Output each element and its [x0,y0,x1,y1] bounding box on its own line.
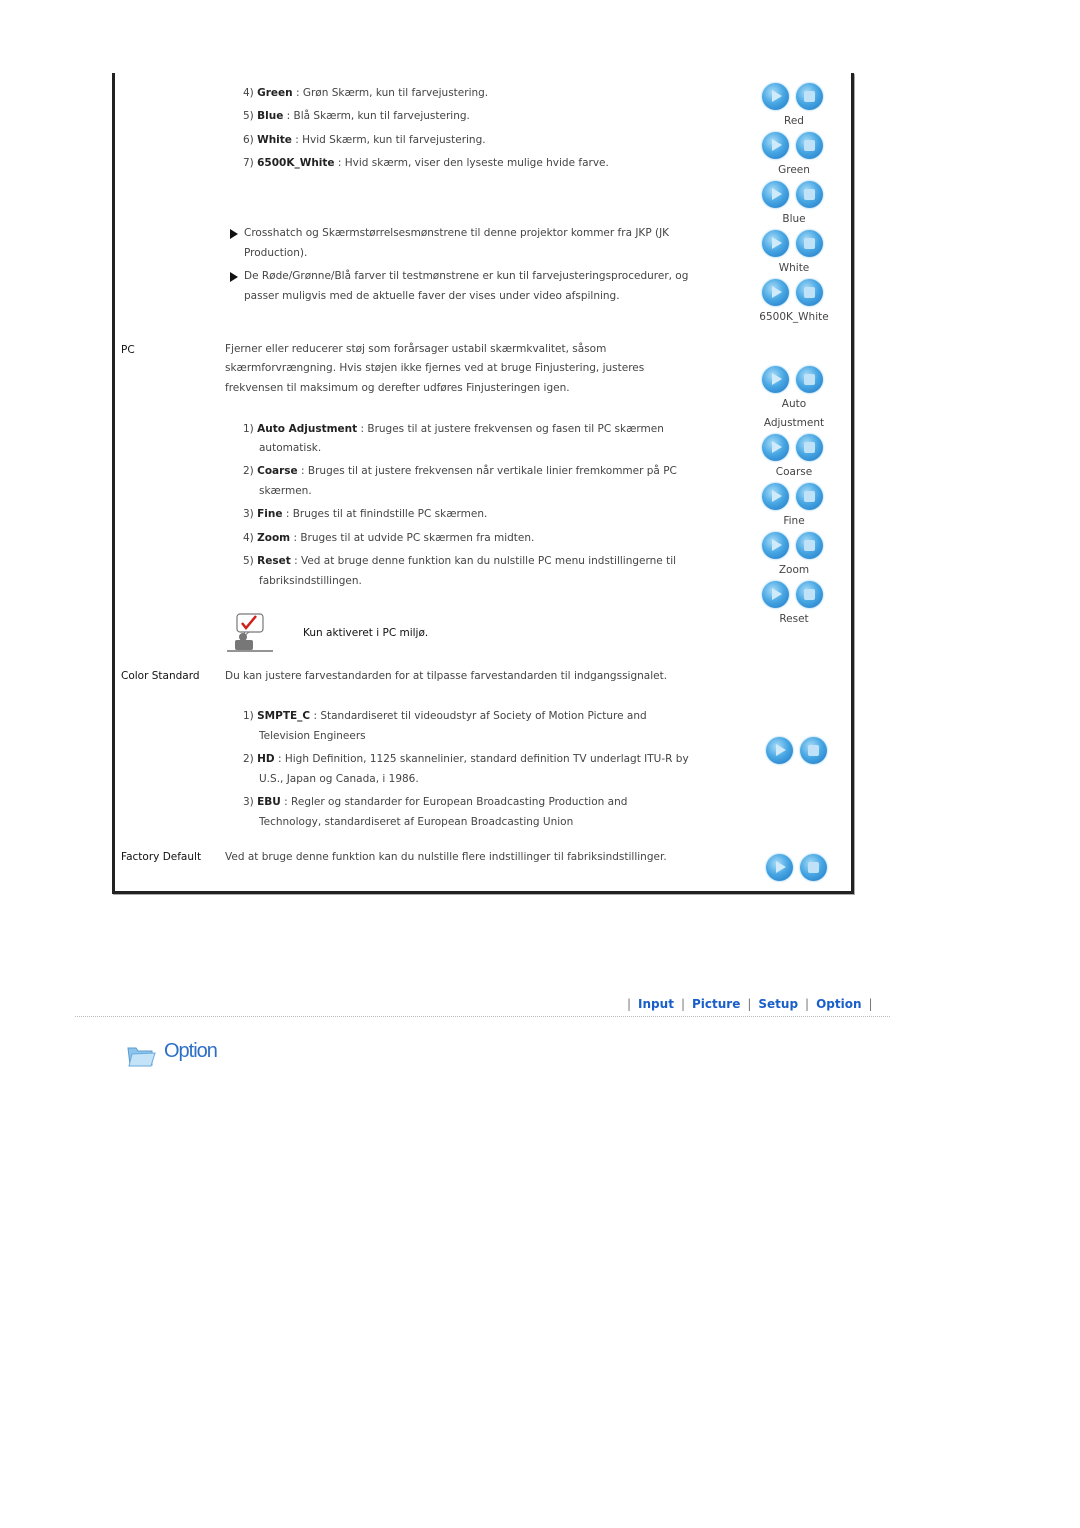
play-icon[interactable] [762,532,789,559]
note-text: De Røde/Grønne/Blå farver til testmønstr… [244,270,689,282]
list-item: 5) Reset : Ved at bruge denne funktion k… [243,555,677,567]
color-standard-buttons [766,737,836,767]
list-item-cont: automatisk. [259,442,322,454]
button-caption: Coarse [775,466,813,478]
play-icon[interactable] [766,737,793,764]
button-caption: 6500K_White [759,311,829,323]
play-icon[interactable] [762,132,789,159]
divider [75,1016,890,1017]
nav-link-input[interactable]: Input [638,997,674,1011]
nav-link-picture[interactable]: Picture [692,997,740,1011]
button-caption: Reset [779,613,809,625]
stop-icon[interactable] [796,181,823,208]
play-icon[interactable] [762,366,789,393]
stop-icon[interactable] [800,854,827,881]
coarse-buttons [762,434,832,464]
play-icon[interactable] [762,483,789,510]
bullet-arrow-icon [230,272,238,282]
list-item: 3) Fine : Bruges til at finindstille PC … [243,508,488,520]
play-icon[interactable] [762,581,789,608]
zoom-buttons [762,532,832,562]
nav-separator: | [680,997,685,1011]
note-text: Production). [244,247,308,259]
content-box [112,73,854,894]
red-pattern-buttons [762,83,832,113]
play-icon[interactable] [762,434,789,461]
stop-icon[interactable] [796,279,823,306]
stop-icon[interactable] [800,737,827,764]
nav-separator: | [627,997,632,1011]
stop-icon[interactable] [796,581,823,608]
stop-icon[interactable] [796,132,823,159]
note-text: Crosshatch og Skærmstørrelsesmønstrene t… [244,227,670,239]
factory-default-buttons [766,854,836,884]
auto-adjustment-buttons [762,366,832,396]
list-item: 2) Coarse : Bruges til at justere frekve… [243,465,677,477]
folder-icon [127,1047,156,1067]
green-pattern-buttons [762,132,832,162]
list-item-cont: Technology, standardiseret af European B… [259,816,574,828]
bullet-arrow-icon [230,229,238,239]
stop-icon[interactable] [796,434,823,461]
list-item: 5) Blue : Blå Skærm, kun til farvejuster… [243,110,470,122]
button-caption: White [778,262,810,274]
list-item-cont: Television Engineers [259,730,366,742]
list-item: 3) EBU : Regler og standarder for Europe… [243,796,628,808]
play-icon[interactable] [762,181,789,208]
pc-note: Kun aktiveret i PC miljø. [303,627,429,639]
stop-icon[interactable] [796,483,823,510]
button-caption: Green [778,164,810,176]
pc-desc: Fjerner eller reducerer støj som forårsa… [225,343,607,355]
section-label-factory-default: Factory Default [121,851,202,863]
white-pattern-buttons [762,230,832,260]
note-text: passer muligvis med de aktuelle faver de… [244,290,620,302]
nav-link-option[interactable]: Option [816,997,861,1011]
button-caption: Red [784,115,804,127]
play-icon[interactable] [766,854,793,881]
list-item: 7) 6500K_White : Hvid skærm, viser den l… [243,157,609,169]
list-item: 2) HD : High Definition, 1125 skannelini… [243,753,689,765]
fine-buttons [762,483,832,513]
nav-separator: | [805,997,810,1011]
stop-icon[interactable] [796,366,823,393]
nav-link-setup[interactable]: Setup [758,997,798,1011]
section-label-color-standard: Color Standard [121,670,200,682]
nav-separator: | [747,997,752,1011]
play-icon[interactable] [762,83,789,110]
color-standard-desc: Du kan justere farvestandarden for at ti… [225,670,668,682]
list-item: 4) Zoom : Bruges til at udvide PC skærme… [243,532,535,544]
stop-icon[interactable] [796,230,823,257]
factory-default-desc: Ved at bruge denne funktion kan du nulst… [225,851,667,863]
list-item: 1) SMPTE_C : Standardiseret til videouds… [243,710,647,722]
play-icon[interactable] [762,279,789,306]
button-caption: Fine [783,515,805,527]
button-caption: Auto [781,398,807,410]
list-item-cont: skærmen. [259,485,312,497]
button-caption: Blue [782,213,806,225]
pc-desc: skærmforvrængning. Hvis støjen ikke fjer… [225,362,645,374]
note-check-icon [227,613,273,652]
reset-buttons [762,581,832,611]
nav-separator: | [868,997,873,1011]
6500k-white-pattern-buttons [762,279,832,309]
button-caption: Zoom [778,564,810,576]
list-item: 1) Auto Adjustment : Bruges til at juste… [243,423,664,435]
section-label-pc: PC [121,344,135,356]
pc-desc: frekvensen til maksimum og derefter udfø… [225,382,570,394]
stop-icon[interactable] [796,532,823,559]
list-item: 6) White : Hvid Skærm, kun til farvejust… [243,134,486,146]
button-caption: Adjustment [763,417,825,429]
stop-icon[interactable] [796,83,823,110]
play-icon[interactable] [762,230,789,257]
section-nav: | Input | Picture | Setup | Option | [620,997,880,1011]
list-item: 4) Green : Grøn Skærm, kun til farvejust… [243,87,489,99]
blue-pattern-buttons [762,181,832,211]
list-item-cont: fabriksindstillingen. [259,575,362,587]
list-item-cont: U.S., Japan og Canada, i 1986. [259,773,419,785]
section-title: Option [164,1040,218,1062]
